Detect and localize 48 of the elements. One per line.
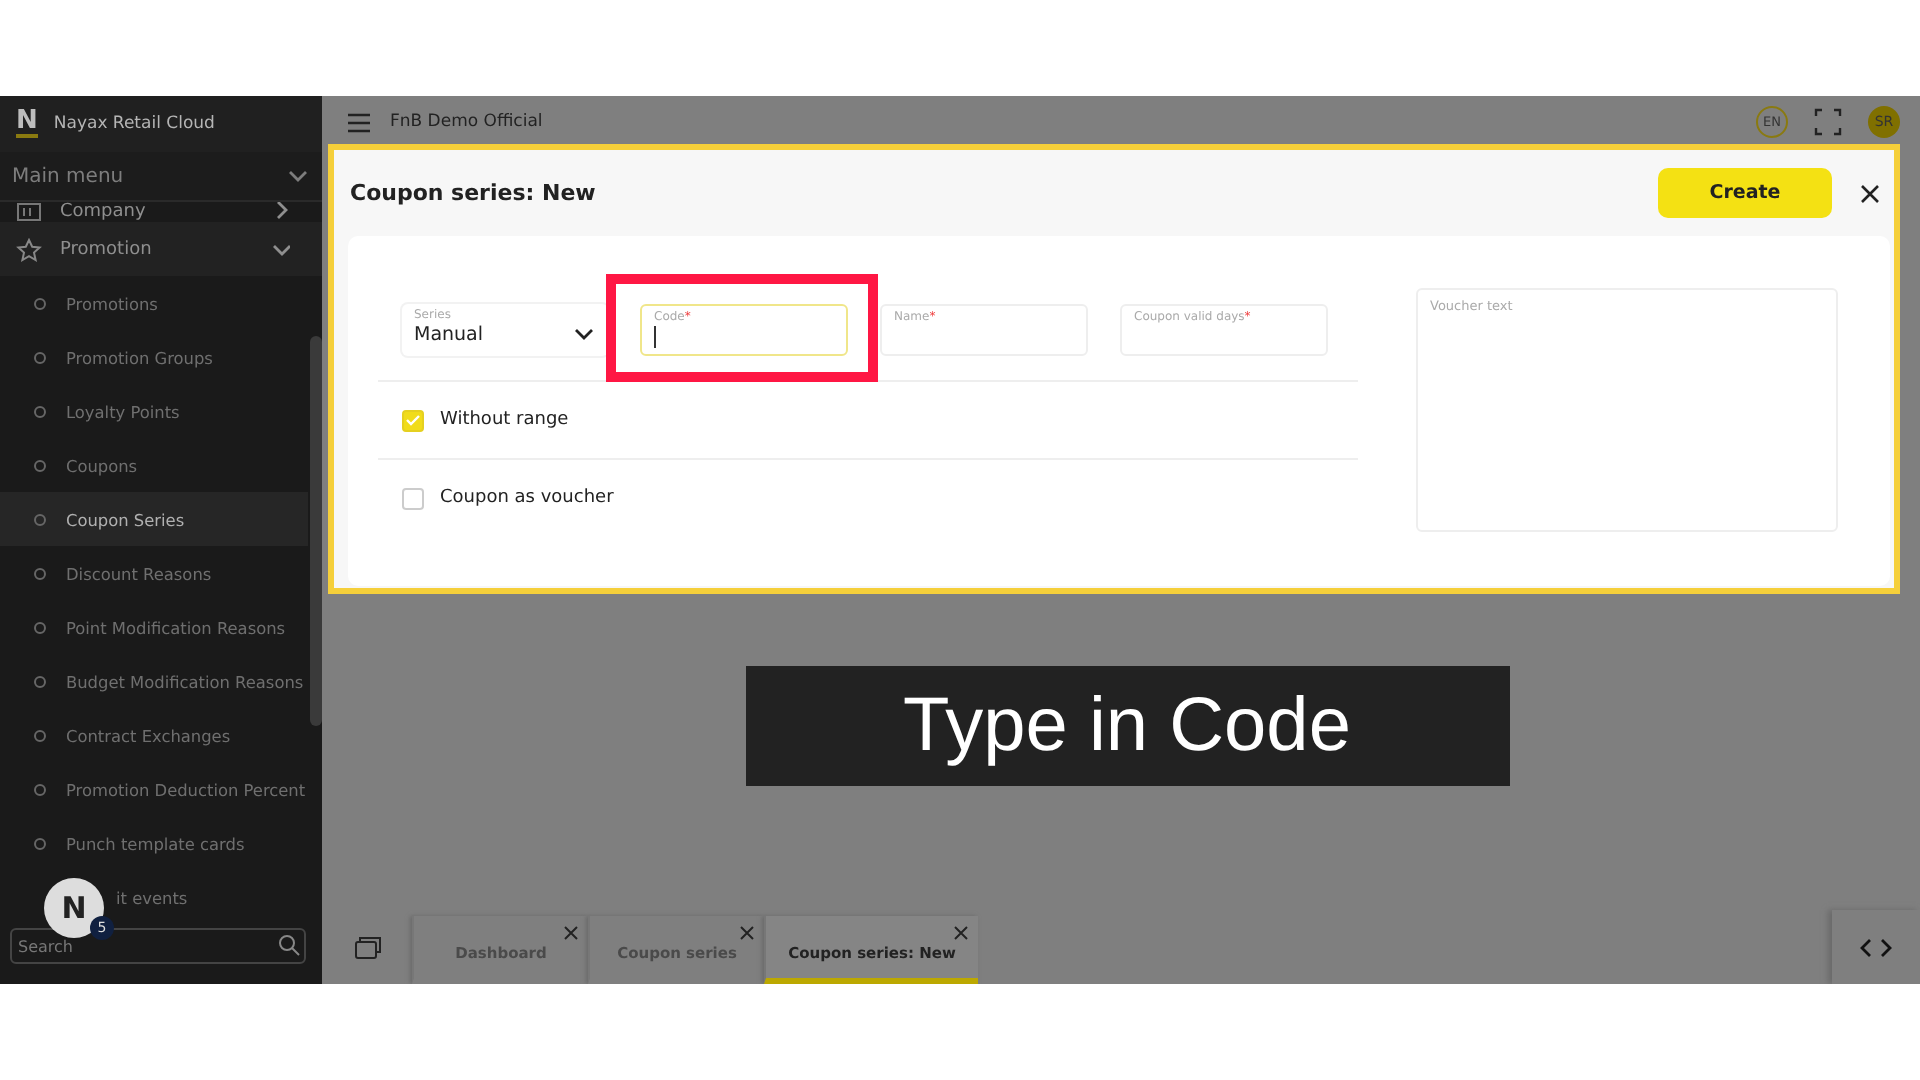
bullet-icon — [34, 837, 46, 849]
menu-item[interactable]: Promotion — [0, 222, 322, 276]
submenu-item[interactable]: it events — [116, 870, 308, 924]
building-icon — [16, 202, 42, 222]
submenu-item[interactable]: Discount Reasons — [0, 546, 308, 600]
menu-icon[interactable] — [346, 111, 372, 133]
bullet-icon — [34, 405, 46, 417]
dialog-title: Coupon series: New — [350, 180, 598, 206]
submenu-item[interactable]: Loyalty Points — [0, 384, 308, 438]
checkbox-label: Coupon as voucher — [440, 488, 614, 508]
chevron-right-icon[interactable] — [1880, 937, 1894, 957]
bullet-icon — [34, 351, 46, 363]
caption: Type in Code — [745, 666, 1509, 786]
select-value: Manual — [414, 323, 484, 345]
bullet-icon — [34, 513, 46, 525]
menu-item[interactable]: Company — [0, 202, 322, 222]
bullet-icon — [34, 459, 46, 471]
bullet-icon — [34, 621, 46, 633]
check-icon — [406, 414, 420, 426]
checkbox-label: Without range — [440, 410, 569, 430]
bullet-icon — [34, 729, 46, 741]
close-icon[interactable] — [1860, 183, 1880, 203]
checkbox[interactable] — [402, 409, 424, 431]
bullet-icon — [34, 297, 46, 309]
scrollbar[interactable] — [310, 336, 322, 726]
create-button[interactable]: Create — [1658, 168, 1832, 218]
submenu-item[interactable]: Punch template cards — [0, 816, 308, 870]
star-icon — [16, 237, 42, 261]
chevron-left-icon[interactable] — [1858, 937, 1872, 957]
windows-icon[interactable] — [353, 935, 381, 959]
brand-logo: N — [16, 110, 38, 138]
fullscreen-icon[interactable] — [1814, 108, 1842, 136]
submenu-item[interactable]: Budget Modification Reasons — [0, 654, 308, 708]
submenu-item[interactable]: Promotion Groups — [0, 330, 308, 384]
text-cursor — [654, 326, 656, 348]
submenu-item[interactable]: Promotions — [0, 276, 308, 330]
bullet-icon — [34, 567, 46, 579]
search-icon — [278, 934, 300, 956]
bullet-icon — [34, 675, 46, 687]
submenu-item[interactable]: Point Modification Reasons — [0, 600, 308, 654]
brand-name: Nayax Retail Cloud — [53, 114, 215, 134]
submenu-item[interactable]: Coupon Series — [0, 492, 308, 546]
submenu-item[interactable]: Contract Exchanges — [0, 708, 308, 762]
submenu-item[interactable]: Coupons — [0, 438, 308, 492]
submenu-item[interactable]: Promotion Deduction Percent — [0, 762, 308, 816]
checkbox[interactable] — [402, 487, 424, 509]
bullet-icon — [34, 783, 46, 795]
company-name: FnB Demo Official — [390, 112, 543, 132]
